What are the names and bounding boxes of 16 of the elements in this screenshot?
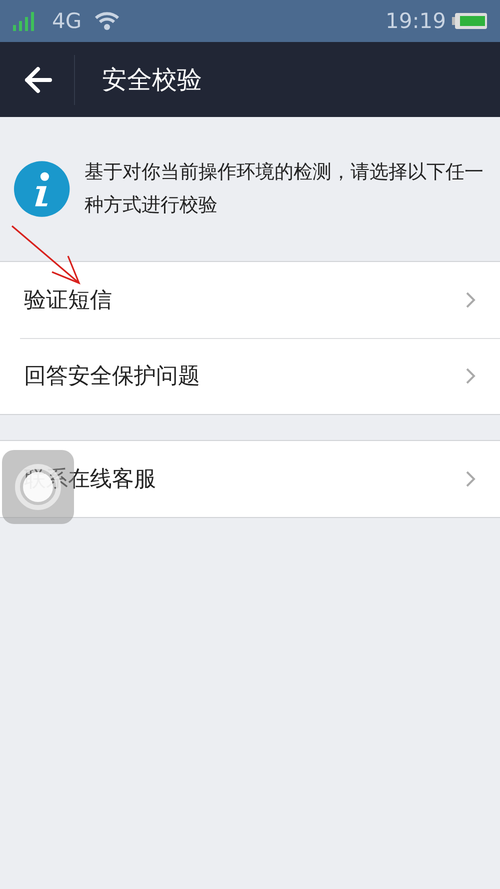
clock-time: 19:19 [385,9,446,33]
battery-icon [452,12,488,30]
annotation-arrow [10,224,82,286]
menu-item[interactable]: 验证短信 [0,262,500,338]
notice-text: 基于对你当前操作环境的检测，请选择以下任一种方式进行校验 [84,160,485,218]
wifi-icon [94,11,120,31]
page-title: 安全校验 [102,64,202,96]
chevron-icon [466,292,476,308]
chevron-icon [466,368,476,384]
menu-item[interactable]: 回答安全保护问题 [0,338,500,414]
network-type: 4G [52,9,82,33]
back-arrow-icon [24,66,52,94]
menu-item[interactable]: 联系在线客服 [0,441,500,517]
back-button[interactable] [24,66,52,94]
info-icon [14,160,70,218]
chevron-icon [466,471,476,487]
